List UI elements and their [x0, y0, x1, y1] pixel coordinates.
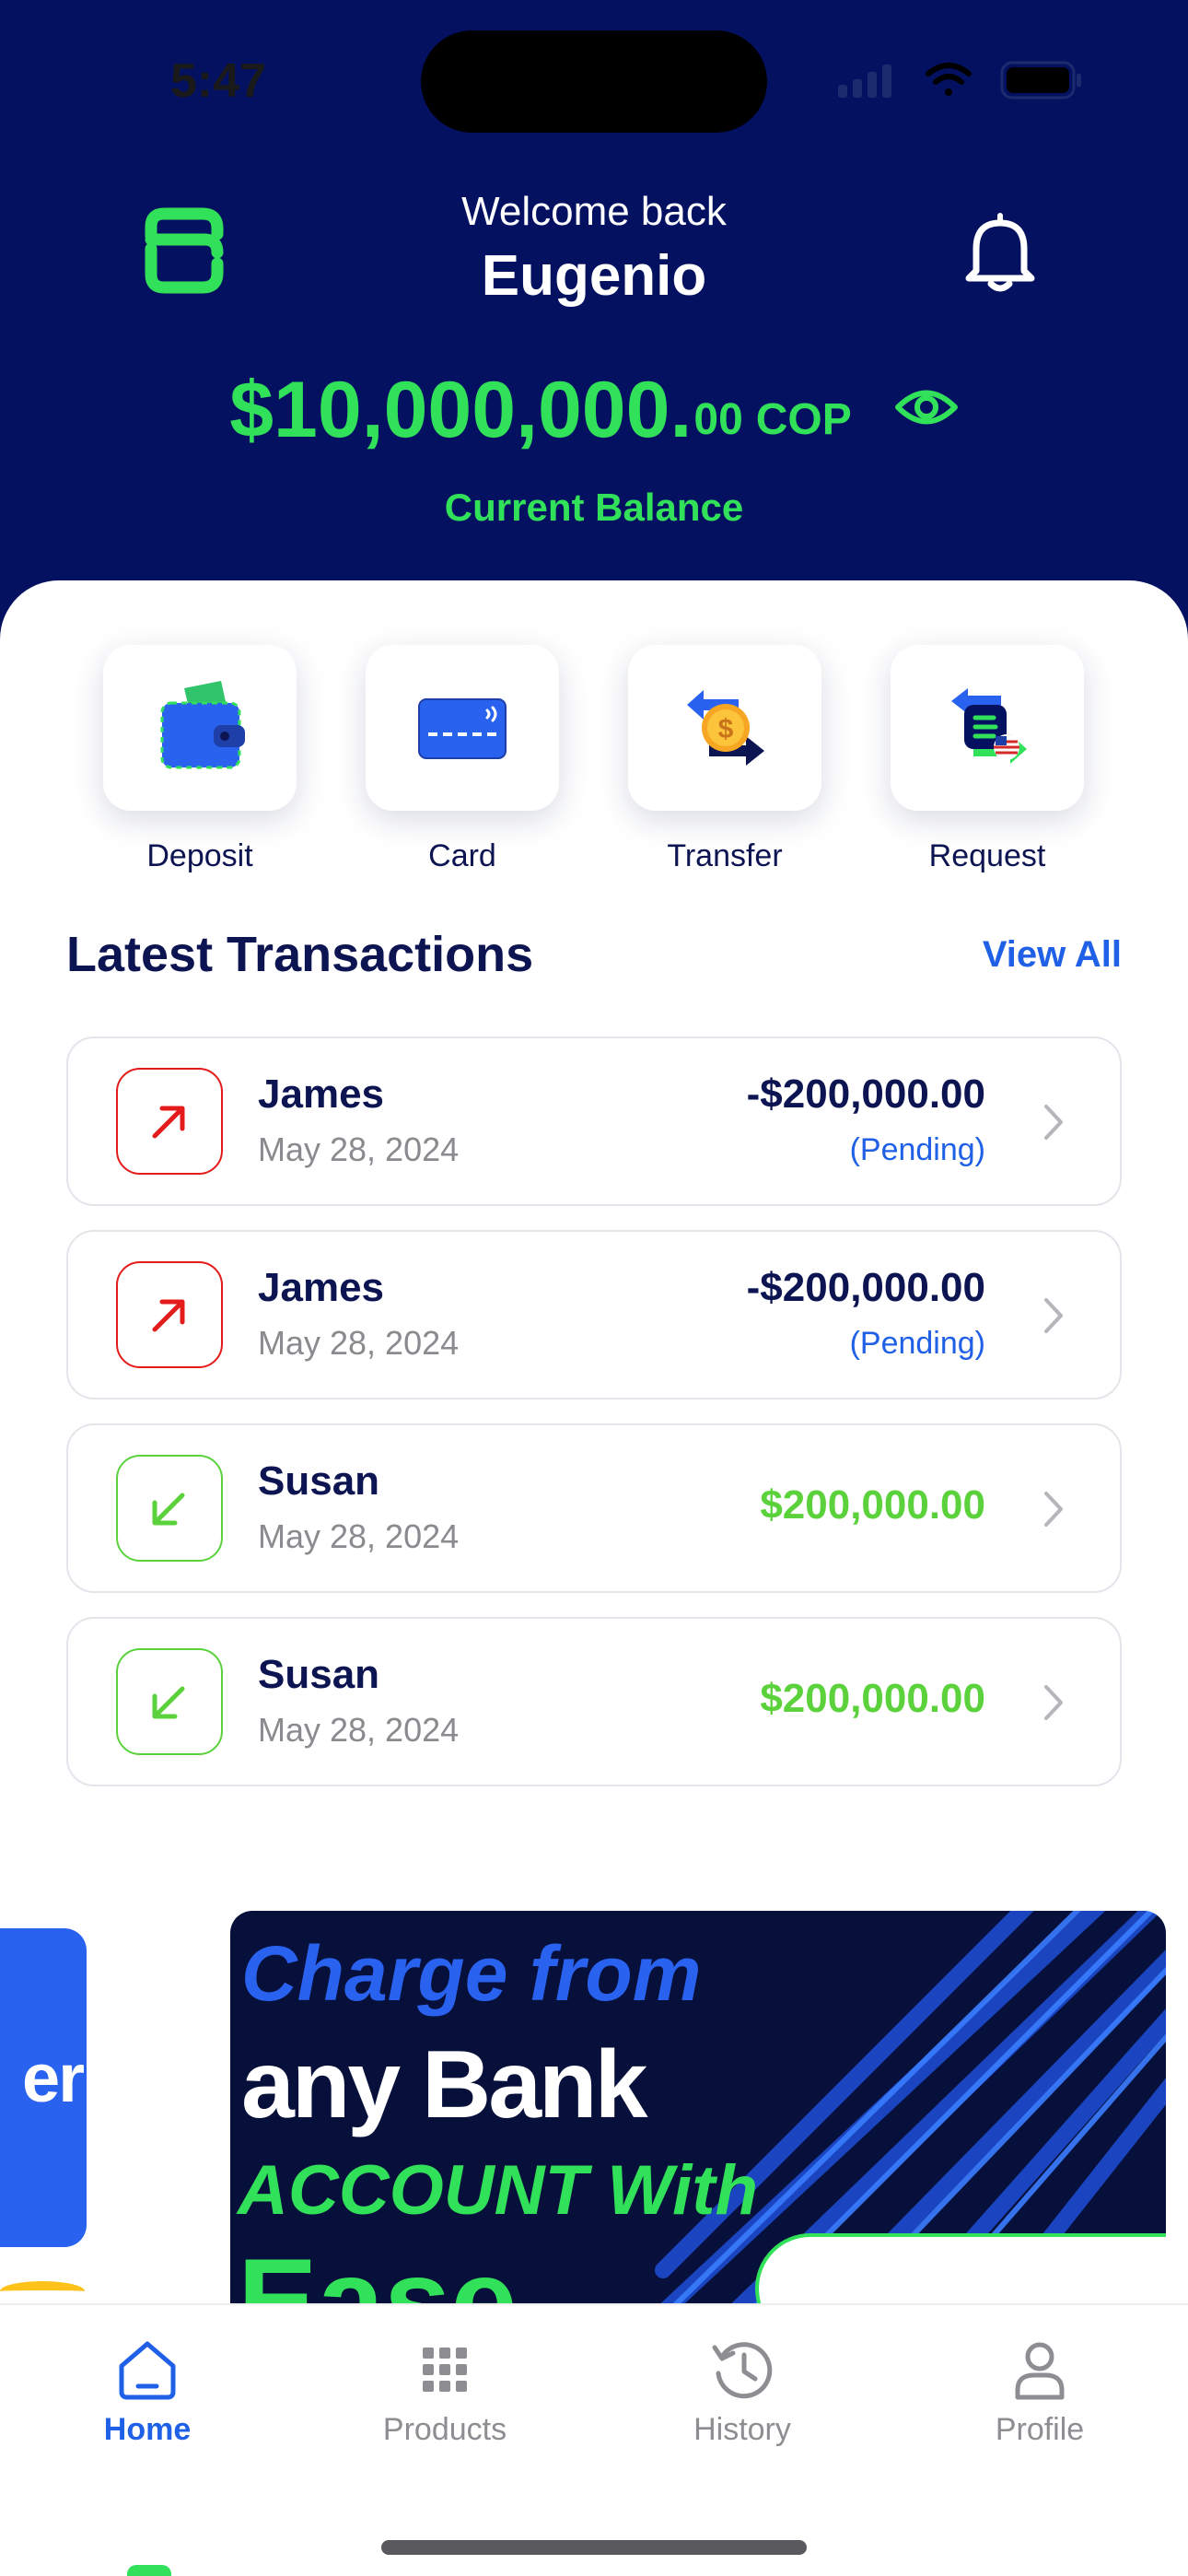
tab-history-label: History [693, 2412, 791, 2447]
promo-left-text: er [22, 2040, 85, 2116]
promo-banner[interactable]: Charge from any Bank ACCOUNT With Ease [230, 1911, 1166, 2307]
chevron-right-icon [1044, 1105, 1063, 1140]
floating-peek [127, 2565, 171, 2576]
transaction-row[interactable]: Susan May 28, 2024 $200,000.00 [66, 1423, 1122, 1593]
chevron-right-icon [1044, 1492, 1063, 1527]
battery-icon [1000, 61, 1081, 100]
request-action[interactable]: Request [891, 645, 1084, 874]
transaction-amount: $200,000.00 [760, 1676, 985, 1721]
tab-products[interactable]: Products [344, 2336, 546, 2448]
card-action[interactable]: Card [366, 645, 559, 874]
home-icon [119, 2341, 176, 2400]
grid-icon [423, 2348, 467, 2392]
transaction-amount: $200,000.00 [760, 1482, 985, 1528]
promo-headline-2: any Bank [241, 2032, 647, 2138]
incoming-arrow-icon [116, 1648, 223, 1755]
history-icon [712, 2342, 773, 2399]
promo-headline-3: ACCOUNT With [238, 2151, 758, 2230]
card-label: Card [428, 838, 496, 873]
section-title: Latest Transactions [66, 927, 534, 982]
transaction-list: James May 28, 2024 -$200,000.00 (Pending… [66, 1036, 1122, 1810]
tab-products-label: Products [382, 2412, 507, 2447]
deposit-label: Deposit [146, 838, 253, 873]
transaction-name: James [258, 1265, 385, 1310]
status-icons [838, 61, 1081, 100]
tab-home[interactable]: Home [46, 2336, 249, 2448]
person-icon [1015, 2342, 1065, 2400]
home-indicator [381, 2540, 807, 2555]
transfer-icon: $ [687, 690, 764, 766]
bell-icon[interactable] [963, 210, 1037, 295]
transaction-status: (Pending) [849, 1326, 985, 1361]
transaction-row[interactable]: James May 28, 2024 -$200,000.00 (Pending… [66, 1230, 1122, 1399]
promo-badge [755, 2233, 1166, 2307]
tab-home-label: Home [103, 2412, 192, 2447]
header: 5:47 Welcome back Eugenio $10,000,000. 0… [0, 0, 1188, 645]
deposit-tile[interactable] [103, 645, 297, 811]
deposit-action[interactable]: Deposit [103, 645, 297, 874]
balance-row: $10,000,000. 00 COP [0, 364, 1188, 456]
tab-bar: Home Products History Profile [0, 2303, 1188, 2576]
status-time: 5:47 [170, 54, 267, 108]
chevron-right-icon [1044, 1298, 1063, 1333]
transaction-date: May 28, 2024 [258, 1517, 460, 1555]
eye-icon[interactable] [894, 375, 959, 439]
request-label: Request [928, 838, 1046, 873]
svg-text:$: $ [718, 714, 734, 744]
transaction-name: Susan [258, 1652, 380, 1697]
signal-icon [838, 64, 891, 98]
promo-headline-1: Charge from [241, 1930, 702, 2017]
transaction-row[interactable]: Susan May 28, 2024 $200,000.00 [66, 1617, 1122, 1786]
transaction-name: Susan [258, 1458, 380, 1504]
transaction-date: May 28, 2024 [258, 1711, 460, 1749]
chevron-right-icon [1044, 1685, 1063, 1720]
promo-banner-previous[interactable]: er [0, 1928, 87, 2247]
dynamic-island [421, 30, 767, 133]
request-icon [951, 688, 1027, 764]
transaction-name: James [258, 1071, 385, 1117]
transfer-label: Transfer [667, 838, 783, 873]
transfer-action[interactable]: $ Transfer [628, 645, 821, 874]
wallet-icon [160, 681, 245, 769]
card-icon [418, 698, 507, 759]
transaction-amount: -$200,000.00 [746, 1071, 985, 1117]
transaction-amount: -$200,000.00 [746, 1265, 985, 1310]
balance-cents: 00 [693, 395, 743, 444]
transaction-status: (Pending) [849, 1132, 985, 1167]
request-tile[interactable] [891, 645, 1084, 811]
view-all-link[interactable]: View All [983, 934, 1122, 976]
tab-profile-label: Profile [995, 2412, 1085, 2447]
tab-profile[interactable]: Profile [938, 2336, 1141, 2448]
balance-amount: $10,000,000. [229, 366, 693, 454]
balance-label: Current Balance [444, 486, 744, 529]
quick-actions: Deposit Card $ Transfer Request [0, 645, 1188, 884]
card-tile[interactable] [366, 645, 559, 811]
balance-currency: COP [755, 395, 852, 444]
wifi-icon [926, 63, 972, 96]
transaction-row[interactable]: James May 28, 2024 -$200,000.00 (Pending… [66, 1036, 1122, 1206]
outgoing-arrow-icon [116, 1261, 223, 1368]
promo-left-accent [0, 2281, 85, 2301]
transaction-date: May 28, 2024 [258, 1324, 460, 1362]
tab-history[interactable]: History [641, 2336, 844, 2448]
transaction-date: May 28, 2024 [258, 1130, 460, 1168]
promo-headline-4: Ease [238, 2233, 518, 2307]
transfer-tile[interactable]: $ [628, 645, 821, 811]
outgoing-arrow-icon [116, 1068, 223, 1175]
incoming-arrow-icon [116, 1455, 223, 1562]
